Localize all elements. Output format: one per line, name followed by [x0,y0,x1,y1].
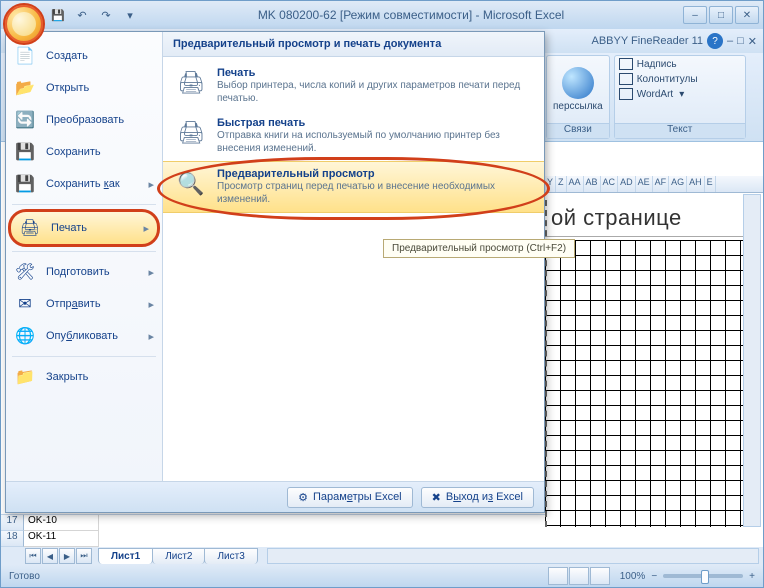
wordart-icon [619,88,633,100]
menu-item-save[interactable]: 💾Сохранить [6,136,162,168]
ribbon-group-text-label: Текст [615,123,745,138]
hyperlink-icon[interactable] [562,67,594,99]
horizontal-scrollbar[interactable] [267,548,759,564]
new-icon: 📄 [14,45,36,67]
exit-icon: ✖ [432,491,441,504]
menu-item-print[interactable]: 🖨Печать▸ [8,209,160,247]
qat-redo-icon[interactable]: ↷ [97,6,115,24]
ribbon-group-links: перссылка Связи [546,55,610,139]
qat-save-icon[interactable]: 💾 [49,6,67,24]
submenu-quick-print[interactable]: 🖨 Быстрая печатьОтправка книги на исполь… [163,111,544,161]
zoom-out-button[interactable]: − [651,571,657,582]
textbox-button[interactable]: Надпись [619,58,741,70]
save-icon: 💾 [14,141,36,163]
worksheet-grid[interactable] [545,240,745,527]
save-as-icon: 💾 [14,173,36,195]
vertical-scrollbar[interactable] [743,194,761,527]
menu-separator [12,204,156,205]
office-menu-left: 📄Создать 📂Открыть 🔄Преобразовать 💾Сохран… [6,32,163,481]
office-button[interactable] [3,3,45,45]
textbox-icon [619,58,633,70]
printer-icon: 🖨 [175,67,207,99]
page-watermark-text: ой странице [545,200,745,237]
visible-rows: 17 OK-10 18 OK-11 [1,514,545,547]
ribbon-group-text: Надпись Колонтитулы WordArt▾ Текст [614,55,746,139]
status-ready: Готово [9,571,40,582]
addin-name[interactable]: ABBYY FineReader 11 [592,35,704,47]
ribbon-restore-button[interactable]: □ [737,35,744,47]
print-icon: 🖨 [19,217,41,239]
ribbon-group-links-label: Связи [547,123,609,138]
menu-item-close[interactable]: 📁Закрыть [6,361,162,393]
column-headers[interactable]: YZAAABACADAEAFAGAHE [545,176,763,193]
prepare-icon: 🛠 [14,261,36,283]
zoom-level[interactable]: 100% [620,571,646,582]
publish-icon: 🌐 [14,325,36,347]
quick-print-icon: 🖨 [175,117,207,149]
open-icon: 📂 [14,77,36,99]
close-icon: 📁 [14,366,36,388]
menu-item-prepare[interactable]: 🛠Подготовить▸ [6,256,162,288]
menu-separator [12,251,156,252]
menu-item-send[interactable]: ✉Отправить▸ [6,288,162,320]
qat-customize-icon[interactable]: ▾ [121,6,139,24]
tooltip: Предварительный просмотр (Ctrl+F2) [383,239,575,258]
help-icon[interactable]: ? [707,33,723,49]
window-close-button[interactable]: ✕ [735,6,759,24]
header-footer-button[interactable]: Колонтитулы [619,73,741,85]
hyperlink-label[interactable]: перссылка [553,101,603,112]
submenu-print[interactable]: 🖨 ПечатьВыбор принтера, числа копий и др… [163,61,544,111]
zoom-slider[interactable] [663,574,743,578]
zoom-in-button[interactable]: + [749,571,755,582]
ribbon-close-button[interactable]: ✕ [748,35,757,48]
menu-separator [12,356,156,357]
exit-excel-button[interactable]: ✖Выход из Excel [421,487,534,508]
window-maximize-button[interactable]: □ [709,6,733,24]
options-icon: ⚙ [298,491,308,504]
cell[interactable]: OK-10 [24,515,99,531]
submenu-header: Предварительный просмотр и печать докуме… [163,32,544,57]
view-buttons[interactable] [548,567,610,585]
qat-undo-icon[interactable]: ↶ [73,6,91,24]
menu-item-convert[interactable]: 🔄Преобразовать [6,104,162,136]
sheet-tab-3[interactable]: Лист3 [204,548,257,564]
office-menu: 📄Создать 📂Открыть 🔄Преобразовать 💾Сохран… [5,31,545,513]
header-footer-icon [619,73,633,85]
row-header[interactable]: 17 [1,515,24,531]
sheet-tab-1[interactable]: Лист1 [98,548,153,564]
menu-item-save-as[interactable]: 💾Сохранить как▸ [6,168,162,200]
menu-item-create[interactable]: 📄Создать [6,40,162,72]
ribbon-minimize-button[interactable]: – [727,35,733,47]
magnifier-icon: 🔍 [175,168,207,200]
send-icon: ✉ [14,293,36,315]
excel-options-button[interactable]: ⚙Параметры Excel [287,487,413,508]
zoom-control[interactable]: 100% − + [620,571,755,582]
convert-icon: 🔄 [14,109,36,131]
menu-item-publish[interactable]: 🌐Опубликовать▸ [6,320,162,352]
sheet-tab-nav[interactable]: ⏮◀▶⏭ [25,548,92,564]
window-minimize-button[interactable]: – [683,6,707,24]
cell[interactable]: OK-11 [24,531,99,547]
menu-item-open[interactable]: 📂Открыть [6,72,162,104]
sheet-tab-2[interactable]: Лист2 [152,548,205,564]
submenu-print-preview[interactable]: 🔍 Предварительный просмотрПросмотр стран… [163,161,544,213]
row-header[interactable]: 18 [1,531,24,547]
wordart-button[interactable]: WordArt▾ [619,88,741,100]
window-title: MK 080200-62 [Режим совместимости] - Mic… [139,8,683,22]
